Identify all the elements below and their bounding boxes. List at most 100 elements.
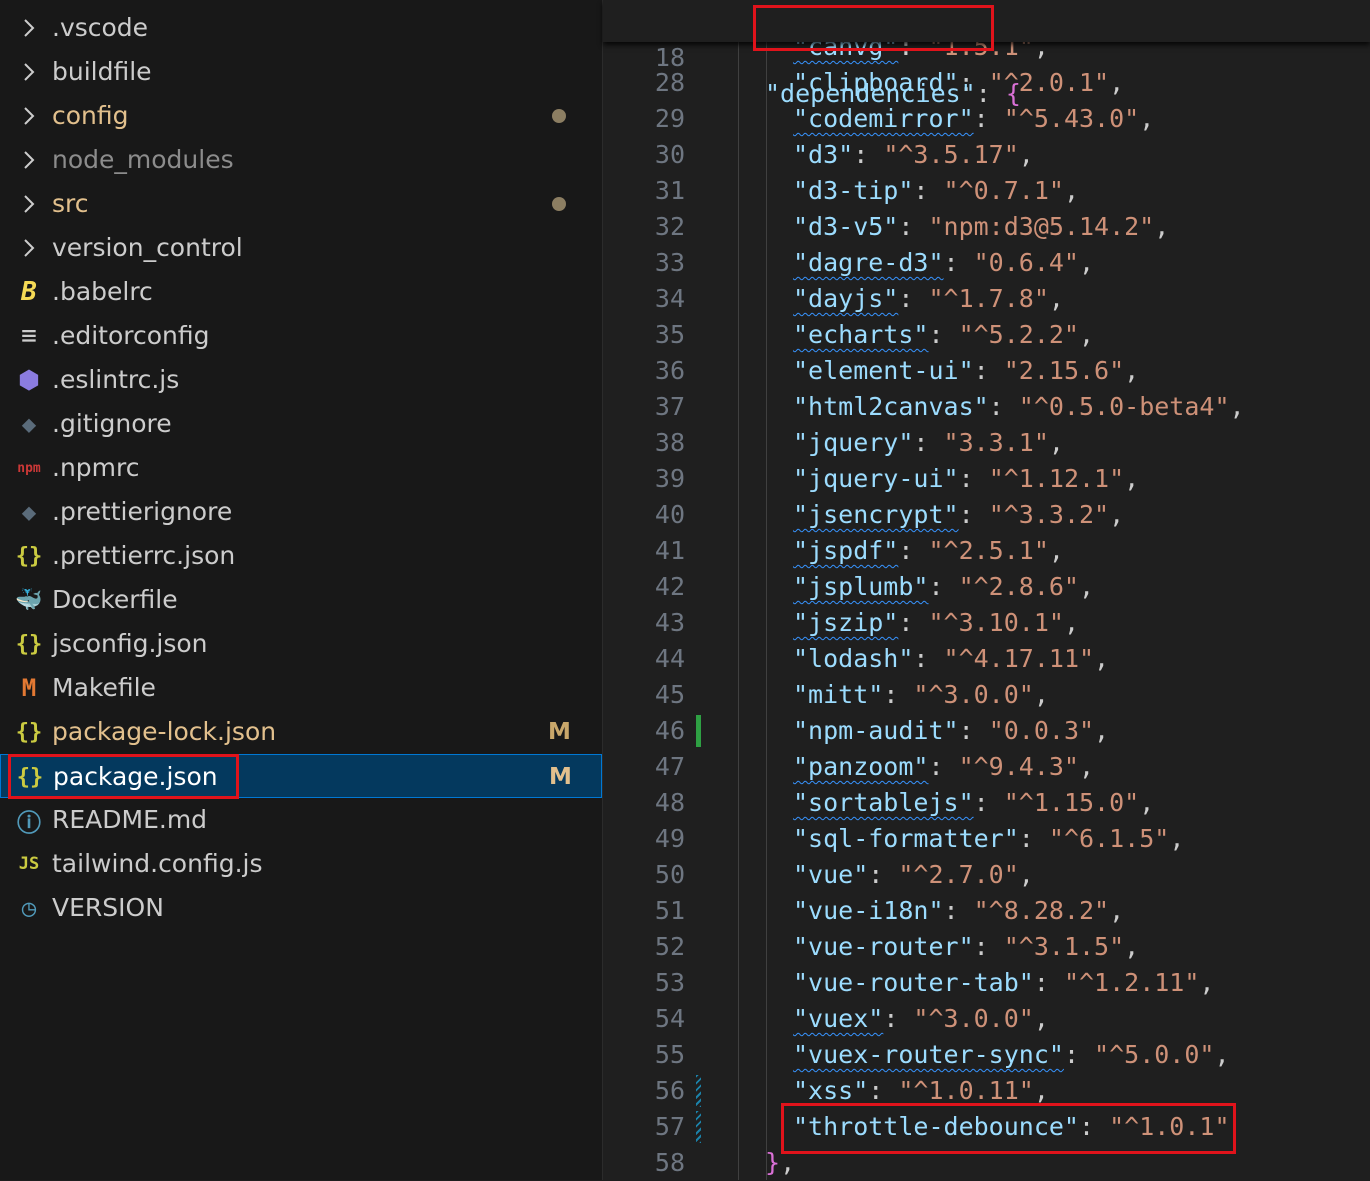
punct: , — [1094, 716, 1110, 745]
code-line: 43 "jszip": "^3.10.1", — [603, 605, 1370, 641]
item-label: .eslintrc.js — [52, 365, 180, 394]
json-key: "jsencrypt" — [793, 500, 959, 529]
file-item[interactable]: ⓘ README.md — [0, 798, 602, 842]
chevron-right-icon — [14, 144, 44, 176]
file-item[interactable]: ◆ .prettierignore — [0, 490, 602, 534]
folder-item[interactable]: node_modules — [0, 138, 602, 182]
file-item[interactable]: ⬢ .eslintrc.js — [0, 358, 602, 402]
line-number: 39 — [654, 464, 685, 493]
json-key: "jszip" — [793, 608, 899, 637]
line-number: 34 — [654, 284, 685, 313]
line-number: 33 — [654, 248, 685, 277]
punct: : — [988, 392, 1019, 421]
file-item[interactable]: {} package-lock.json M — [0, 710, 602, 754]
json-value: "^3.10.1" — [928, 608, 1064, 637]
json-key: "dayjs" — [793, 284, 899, 313]
punct: : — [958, 716, 989, 745]
code-text: "sql-formatter": "^6.1.5", — [793, 821, 1184, 857]
sticky-scroll-header[interactable]: 18 "dependencies": { — [603, 0, 1370, 108]
json-key: "npm-audit" — [793, 716, 959, 745]
json-value: "^1.0.1" — [1109, 1112, 1230, 1141]
json-braces-icon: {} — [15, 543, 43, 569]
code-line: 35 "echarts": "^5.2.2", — [603, 317, 1370, 353]
code-text: "jszip": "^3.10.1", — [793, 605, 1079, 641]
chevron-right-icon — [14, 12, 44, 44]
punct: : — [898, 212, 929, 241]
punct: : — [868, 860, 899, 889]
file-item[interactable]: npm .npmrc — [0, 446, 602, 490]
code-line: 55 "vuex-router-sync": "^5.0.0", — [603, 1037, 1370, 1073]
json-value: "^3.3.2" — [988, 500, 1110, 529]
line-number: 50 — [654, 860, 685, 889]
json-key: "vuex-router-sync" — [793, 1040, 1064, 1069]
item-label: .prettierignore — [52, 497, 233, 526]
code-text: "mitt": "^3.0.0", — [793, 677, 1049, 713]
json-braces-icon: {} — [15, 631, 43, 657]
punct: , — [1033, 680, 1049, 709]
clock-icon: ◷ — [21, 894, 37, 922]
punct: , — [1094, 644, 1110, 673]
punct: , — [1079, 752, 1095, 781]
file-item[interactable]: ≡ .editorconfig — [0, 314, 602, 358]
line-number: 31 — [654, 176, 685, 205]
code-line: 33 "dagre-d3": "0.6.4", — [603, 245, 1370, 281]
dependencies-key: "dependencies" — [765, 79, 976, 108]
punct: : — [898, 284, 929, 313]
file-item[interactable]: B .babelrc — [0, 270, 602, 314]
code-line: 48 "sortablejs": "^1.15.0", — [603, 785, 1370, 821]
file-item[interactable]: ◷ VERSION — [0, 886, 602, 930]
punct: : — [928, 572, 959, 601]
punct: : — [1018, 824, 1049, 853]
code-editor[interactable]: "canvg": "1.5.1", 28 "clipboard": "^2.0.1"… — [603, 0, 1370, 1180]
file-item[interactable]: M Makefile — [0, 666, 602, 710]
folder-item[interactable]: version_control — [0, 226, 602, 270]
file-item[interactable]: ◆ .gitignore — [0, 402, 602, 446]
code-line: 57 "throttle-debounce": "^1.0.1" — [603, 1109, 1370, 1145]
punct: : — [913, 176, 944, 205]
json-value: "^0.7.1" — [943, 176, 1064, 205]
code-line: 52 "vue-router": "^3.1.5", — [603, 929, 1370, 965]
punct: , — [780, 1148, 796, 1177]
json-value: "^0.5.0-beta4" — [1018, 392, 1230, 421]
folder-item[interactable]: .vscode — [0, 6, 602, 50]
json-value: "^6.1.5" — [1048, 824, 1170, 853]
code-text: "panzoom": "^9.4.3", — [793, 749, 1094, 785]
json-key: "element-ui" — [793, 356, 974, 385]
json-braces-icon: {} — [16, 764, 44, 790]
git-modified-marker — [696, 1075, 701, 1107]
line-number: 44 — [654, 644, 685, 673]
json-value: "^1.15.0" — [1003, 788, 1140, 817]
code-text: "jspdf": "^2.5.1", — [793, 533, 1064, 569]
file-item[interactable]: {} .prettierrc.json — [0, 534, 602, 578]
punct: , — [1229, 392, 1245, 421]
json-key: "panzoom" — [793, 752, 929, 781]
folder-item[interactable]: buildfile — [0, 50, 602, 94]
item-label: Makefile — [52, 673, 156, 702]
file-item[interactable]: {} package.json M — [0, 754, 602, 798]
code-line: 34 "dayjs": "^1.7.8", — [603, 281, 1370, 317]
json-key: "d3" — [793, 140, 854, 169]
chevron-right-icon — [14, 232, 44, 264]
git-added-marker — [696, 715, 701, 747]
json-value: "^1.0.11" — [898, 1076, 1034, 1105]
chevron-right-icon — [14, 188, 44, 220]
file-item[interactable]: {} jsconfig.json — [0, 622, 602, 666]
json-key: "sql-formatter" — [793, 824, 1019, 853]
folder-item[interactable]: src — [0, 182, 602, 226]
file-item[interactable]: 🐳 Dockerfile — [0, 578, 602, 622]
code-line: 31 "d3-tip": "^0.7.1", — [603, 173, 1370, 209]
code-line: 49 "sql-formatter": "^6.1.5", — [603, 821, 1370, 857]
file-item[interactable]: JS tailwind.config.js — [0, 842, 602, 886]
line-number: 51 — [654, 896, 685, 925]
json-key: "throttle-debounce" — [793, 1112, 1079, 1141]
code-text: "jquery": "3.3.1", — [793, 425, 1064, 461]
code-line: 36 "element-ui": "2.15.6", — [603, 353, 1370, 389]
folder-item[interactable]: config — [0, 94, 602, 138]
code-line: 46 "npm-audit": "0.0.3", — [603, 713, 1370, 749]
modified-dot — [552, 109, 566, 123]
line-number: 43 — [654, 608, 685, 637]
json-key: "lodash" — [793, 644, 914, 673]
item-label: jsconfig.json — [52, 629, 208, 658]
punct: : — [1033, 968, 1064, 997]
punct: , — [1033, 1004, 1049, 1033]
